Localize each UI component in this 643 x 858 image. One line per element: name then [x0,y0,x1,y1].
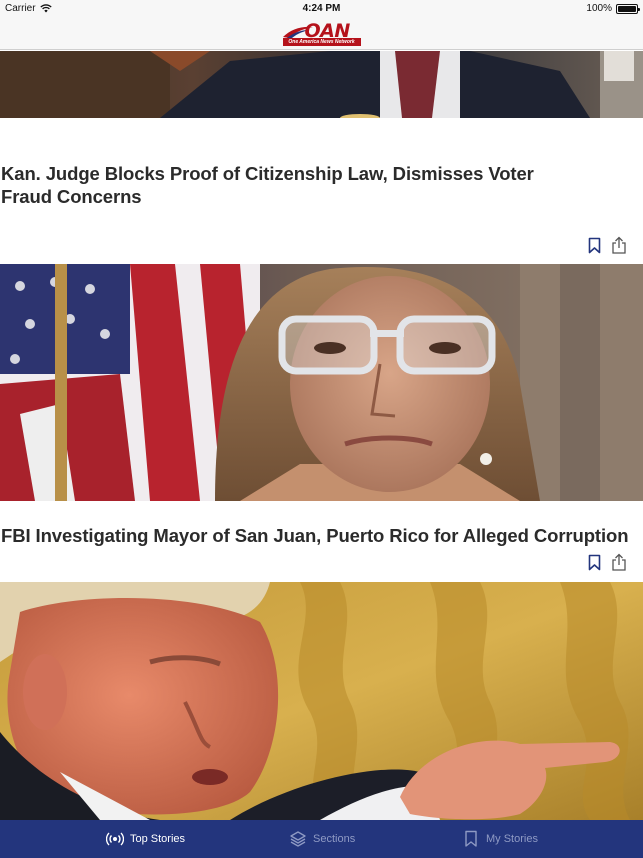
tab-bar: Top Stories Sections My Stories [0,820,643,858]
nav-bar: OAN One America News Network [0,18,643,50]
article-actions [586,553,627,571]
layers-icon [289,830,307,848]
logo-tagline: One America News Network [282,37,361,46]
status-bar: Carrier 4:24 PM 100% [0,0,643,18]
tab-top-stories[interactable]: Top Stories [106,830,185,848]
article-actions [586,236,627,254]
broadcast-icon [106,830,124,848]
bookmark-button[interactable] [586,236,602,254]
bookmark-button[interactable] [586,553,602,571]
status-right: 100% [586,3,640,14]
article-headline[interactable]: FBI Investigating Mayor of San Juan, Pue… [1,524,629,547]
article-card[interactable]: FBI Investigating Mayor of San Juan, Pue… [0,501,643,581]
headline-line: FBI Investigating Mayor of San Juan, Pue… [1,525,629,546]
headline-line: Fraud Concerns [1,186,142,207]
news-feed[interactable]: Kan. Judge Blocks Proof of Citizenship L… [0,51,643,820]
share-icon [612,236,626,254]
tab-my-stories[interactable]: My Stories [462,830,538,848]
article-photo[interactable] [0,51,643,118]
tab-label: My Stories [486,833,538,845]
status-time: 4:24 PM [302,3,341,14]
article-photo[interactable] [0,582,643,820]
share-icon [612,553,626,571]
article-photo[interactable] [0,264,643,501]
battery-icon [616,3,640,14]
bookmark-icon [462,830,480,848]
article-card[interactable]: Kan. Judge Blocks Proof of Citizenship L… [0,118,643,264]
headline-line: Kan. Judge Blocks Proof of Citizenship L… [1,163,534,184]
tab-sections[interactable]: Sections [289,830,355,848]
article-headline[interactable]: Kan. Judge Blocks Proof of Citizenship L… [1,162,534,208]
share-button[interactable] [611,236,627,254]
bookmark-icon [588,554,600,570]
battery-percent: 100% [586,3,612,14]
bookmark-icon [588,237,600,253]
share-button[interactable] [611,553,627,571]
oan-logo[interactable]: OAN One America News Network [281,20,363,47]
tab-label: Top Stories [130,833,186,845]
tab-label: Sections [313,833,356,845]
